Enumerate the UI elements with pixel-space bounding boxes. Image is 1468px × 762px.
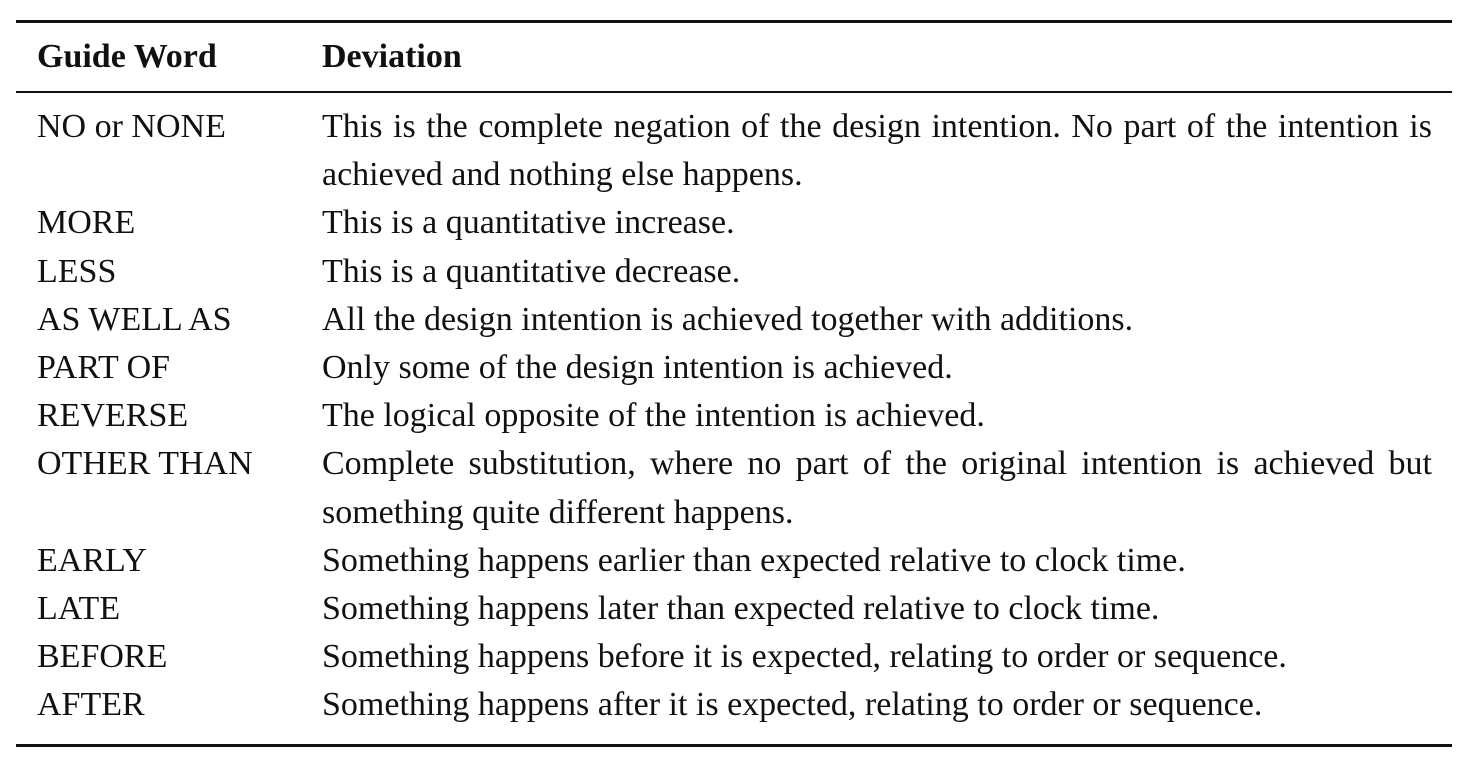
table-bottom-rule [16,743,1452,747]
guide-word-cell: OTHER THAN [37,445,253,483]
deviation-cell: Only some of the design intention is ach… [322,349,953,387]
guide-word-table: Guide Word Deviation NO or NONE This is … [16,20,1452,747]
guide-word-cell: LATE [37,590,121,628]
table-row: REVERSE The logical opposite of the inte… [16,392,1452,440]
deviation-cell: Something happens earlier than expected … [322,541,1186,579]
table-row: MORE This is a quantitative increase. [16,199,1452,247]
guide-word-cell: PART OF [37,349,171,387]
deviation-cell: Something happens before it is expected,… [322,638,1287,676]
table-row: LATE Something happens later than expect… [16,585,1452,633]
header-guide-word: Guide Word [37,38,217,75]
deviation-cell: This is the complete negation of the des… [322,108,1432,194]
table-row: BEFORE Something happens before it is ex… [16,633,1452,681]
table-row: PART OF Only some of the design intentio… [16,344,1452,392]
header-deviation: Deviation [322,38,462,75]
table-header-row: Guide Word Deviation [16,23,1452,91]
table-row: OTHER THAN Complete substitution, where … [16,440,1452,536]
guide-word-cell: EARLY [37,541,147,579]
guide-word-cell: MORE [37,204,136,242]
deviation-cell: This is a quantitative decrease. [322,252,741,290]
deviation-cell: This is a quantitative increase. [322,204,735,242]
table-row: EARLY Something happens earlier than exp… [16,537,1452,585]
guide-word-cell: LESS [37,252,117,290]
guide-word-cell: NO or NONE [37,108,226,145]
guide-word-cell: BEFORE [37,638,168,676]
table-row: NO or NONE This is the complete negation… [16,103,1452,199]
table-row: LESS This is a quantitative decrease. [16,248,1452,296]
deviation-cell: The logical opposite of the intention is… [322,397,985,435]
guide-word-cell: AFTER [37,686,145,724]
table-row: AS WELL AS All the design intention is a… [16,296,1452,344]
table-row: AFTER Something happens after it is expe… [16,681,1452,729]
guide-word-cell: AS WELL AS [37,300,232,338]
table-body: NO or NONE This is the complete negation… [16,93,1452,744]
deviation-cell: Something happens after it is expected, … [322,686,1263,724]
guide-word-cell: REVERSE [37,397,189,435]
deviation-cell: Something happens later than expected re… [322,590,1160,628]
deviation-cell: Complete substitution, where no part of … [322,445,1432,531]
deviation-cell: All the design intention is achieved tog… [322,300,1134,338]
